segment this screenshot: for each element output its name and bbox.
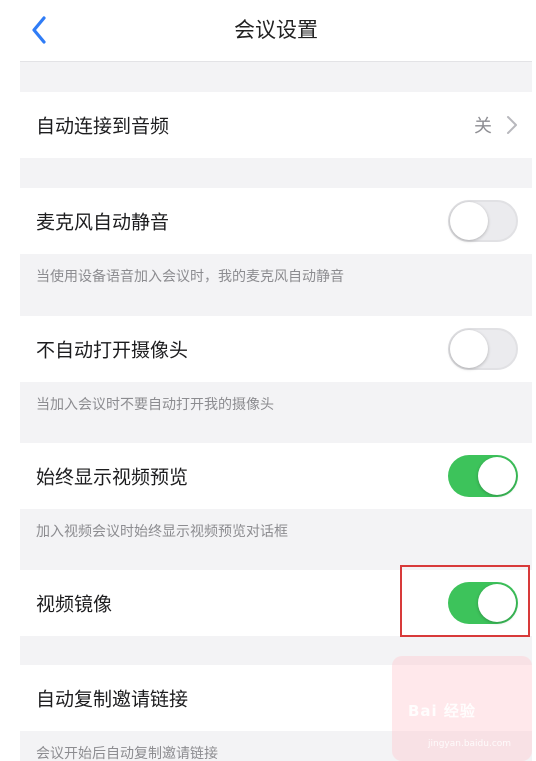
video-preview-description: 加入视频会议时始终显示视频预览对话框 — [36, 524, 288, 540]
mic-auto-mute-toggle[interactable] — [448, 200, 518, 242]
mic-auto-mute-description: 当使用设备语音加入会议时，我的麦克风自动静音 — [36, 269, 344, 285]
mic-auto-mute-label: 麦克风自动静音 — [36, 211, 170, 234]
copy-invite-link-description: 会议开始后自动复制邀请链接 — [36, 746, 218, 761]
toggle-knob — [450, 202, 488, 240]
settings-screen: 会议设置 自动连接到音频 关 麦克风自动静音 当使用设备语音加入会议时，我的麦克… — [20, 0, 532, 761]
video-preview-row: 始终显示视频预览 — [20, 443, 532, 509]
camera-off-toggle[interactable] — [448, 328, 518, 370]
toggle-knob — [478, 457, 516, 495]
camera-off-label: 不自动打开摄像头 — [36, 339, 189, 362]
auto-connect-audio-value: 关 — [474, 116, 492, 137]
video-preview-label: 始终显示视频预览 — [36, 466, 189, 489]
toggle-knob — [450, 330, 488, 368]
watermark-logo: Bai 经验 — [408, 702, 476, 720]
page-title: 会议设置 — [234, 18, 318, 42]
auto-connect-audio-row[interactable]: 自动连接到音频 关 — [20, 92, 532, 158]
mic-auto-mute-row: 麦克风自动静音 — [20, 188, 532, 254]
watermark-url: jingyan.baidu.com — [428, 739, 512, 749]
video-mirror-label: 视频镜像 — [36, 593, 113, 616]
camera-off-description: 当加入会议时不要自动打开我的摄像头 — [36, 397, 274, 413]
camera-off-row: 不自动打开摄像头 — [20, 316, 532, 382]
navigation-bar: 会议设置 — [20, 0, 532, 62]
auto-connect-audio-label: 自动连接到音频 — [36, 115, 170, 138]
video-preview-toggle[interactable] — [448, 455, 518, 497]
chevron-right-icon — [507, 116, 517, 134]
highlight-box — [400, 565, 530, 637]
copy-invite-link-label: 自动复制邀请链接 — [36, 688, 189, 711]
